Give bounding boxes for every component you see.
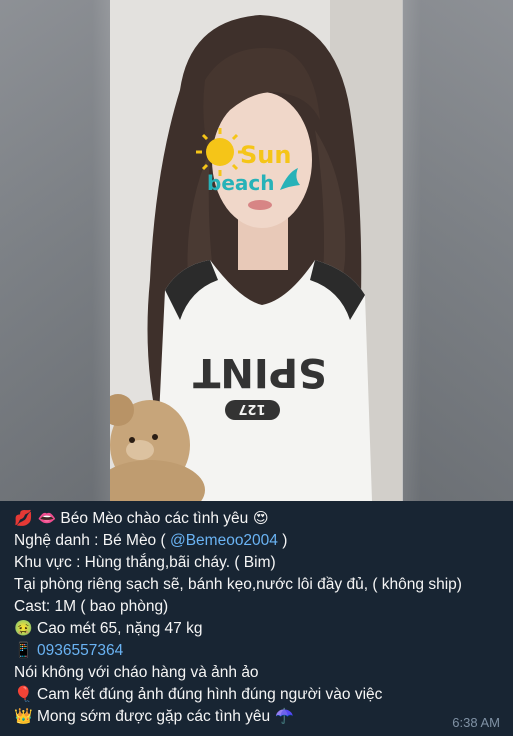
phone-link[interactable]: 0936557364: [33, 642, 123, 659]
crown-icon: 👑: [14, 707, 33, 725]
message-line-area: Khu vực : Hùng thắng,bãi cháy. ( Bim): [14, 552, 276, 573]
username-link[interactable]: @Bemeoo2004: [170, 532, 278, 549]
cast-text: Cast: 1M ( bao phòng): [14, 598, 169, 615]
message-line-commit: 🎈 Cam kết đúng ảnh đúng hình đúng người …: [14, 684, 382, 705]
room-text: Tại phòng riêng sạch sẽ, bánh kẹo,nước l…: [14, 576, 462, 593]
shirt-print-number: 127: [238, 401, 265, 416]
logo-sun-text: Sun: [240, 141, 291, 169]
message-line-height: 🤢 Cao mét 65, nặng 47 kg: [14, 618, 202, 639]
message-line-no-fake: Nói không với cháo hàng và ảnh ảo: [14, 662, 259, 683]
photo-image[interactable]: SPINT 127 Sun beach: [110, 0, 402, 501]
message-text: 💋 👄 Béo Mèo chào các tình yêu 😍 Nghệ dan…: [0, 501, 513, 736]
message-line-greeting: 💋 👄 Béo Mèo chào các tình yêu 😍: [14, 508, 269, 529]
message-line-phone: 📱 0936557364: [14, 640, 123, 661]
shirt-print-text: SPINT: [192, 349, 326, 395]
commit-text: Cam kết đúng ảnh đúng hình đúng người và…: [32, 686, 383, 703]
message-line-room: Tại phòng riêng sạch sẽ, bánh kẹo,nước l…: [14, 574, 462, 595]
message-line-closing: 👑 Mong sớm được gặp các tình yêu ☂️: [14, 706, 294, 727]
message-bubble: SPINT 127 Sun beach 💋 👄 Béo Mèo chào các…: [0, 0, 513, 736]
message-timestamp: 6:38 AM: [452, 715, 500, 730]
area-text: Khu vực : Hùng thắng,bãi cháy. ( Bim): [14, 554, 276, 571]
photo-illustration: SPINT 127 Sun beach: [110, 0, 402, 501]
photo-media[interactable]: SPINT 127 Sun beach: [0, 0, 513, 501]
nauseated-face-icon: 🤢: [14, 619, 33, 637]
greeting-text: Béo Mèo chào các tình yêu: [56, 510, 249, 527]
umbrella-icon: ☂️: [270, 707, 294, 725]
balloon-icon: 🎈: [14, 685, 33, 703]
heart-eyes-icon: 😍: [248, 509, 269, 527]
stage-name-label: Nghệ danh : Bé Mèo (: [14, 532, 170, 549]
message-line-cast: Cast: 1M ( bao phòng): [14, 596, 168, 617]
height-text: Cao mét 65, nặng 47 kg: [32, 620, 203, 637]
closing-text: Mong sớm được gặp các tình yêu: [32, 708, 271, 725]
logo-beach-text: beach: [207, 171, 274, 195]
stage-name-close: ): [277, 532, 288, 549]
message-line-stage-name: Nghệ danh : Bé Mèo ( @Bemeoo2004 ): [14, 530, 287, 551]
photo-blur-left: [0, 0, 110, 501]
photo-blur-right: [403, 0, 513, 501]
lips-icon: 💋 👄: [14, 509, 57, 527]
no-fake-text: Nói không với cháo hàng và ảnh ảo: [14, 664, 259, 681]
mobile-phone-icon: 📱: [14, 641, 33, 659]
